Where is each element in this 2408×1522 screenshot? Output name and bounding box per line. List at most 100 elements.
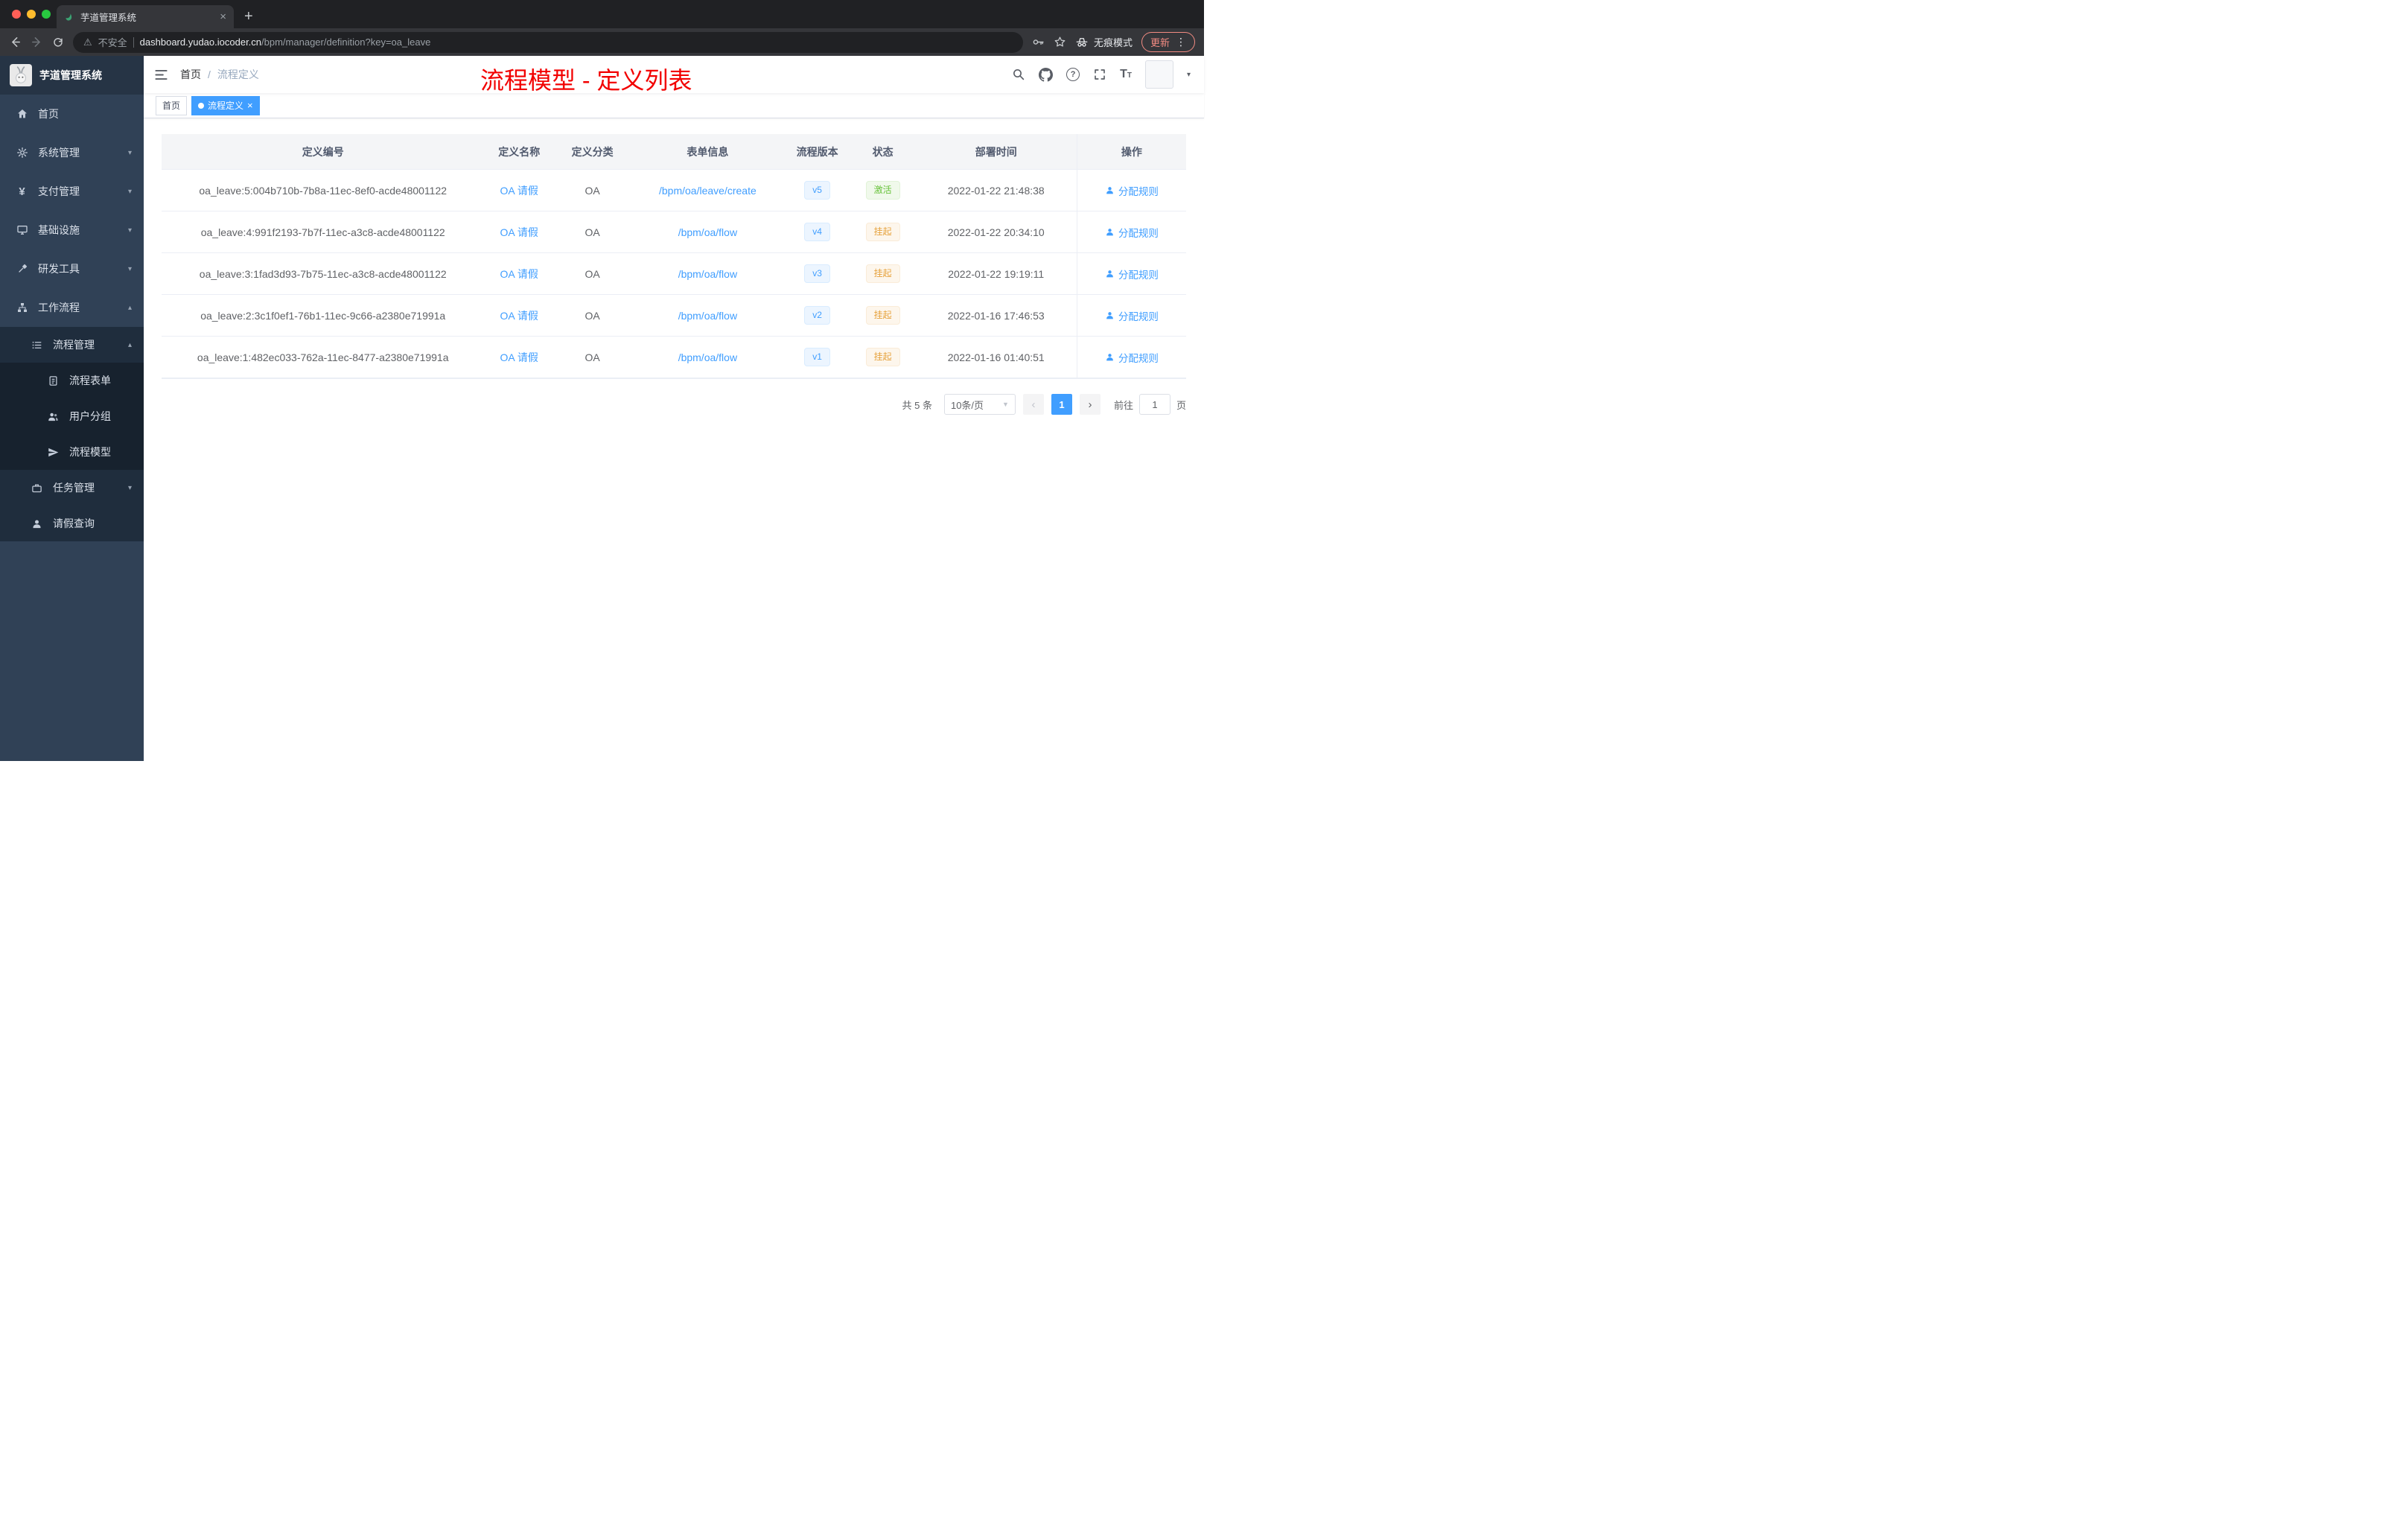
fullscreen-icon[interactable] — [1093, 68, 1106, 81]
search-icon[interactable] — [1012, 68, 1025, 81]
definition-id: oa_leave:2:3c1f0ef1-76b1-11ec-9c66-a2380… — [200, 309, 446, 322]
help-icon[interactable]: ? — [1066, 68, 1080, 81]
goto-page-input[interactable] — [1138, 394, 1170, 415]
brand: 芋道管理系统 — [0, 56, 144, 95]
definition-id: oa_leave:1:482ec033-762a-11ec-8477-a2380… — [197, 351, 449, 363]
zoom-window-button[interactable] — [42, 10, 51, 19]
assign-rule-link[interactable]: 分配规则 — [1105, 350, 1159, 365]
table-row: oa_leave:4:991f2193-7b7f-11ec-a3c8-acde4… — [162, 211, 1186, 253]
breadcrumb-current: 流程定义 — [217, 69, 259, 80]
sidebar-item-process-model[interactable]: 流程模型 — [0, 434, 144, 470]
tools-icon — [15, 263, 29, 275]
update-label: 更新 — [1150, 37, 1170, 48]
tag-close-icon[interactable]: × — [247, 101, 253, 110]
header-actions: ? TT ▾ — [1012, 60, 1191, 89]
sidebar-item-task-mgmt[interactable]: 任务管理 ▾ — [0, 470, 144, 506]
sidebar-item-system[interactable]: 系统管理 ▾ — [0, 133, 144, 172]
chevron-down-icon: ▾ — [127, 187, 132, 196]
page-header: 首页 / 流程定义 流程模型 - 定义列表 ? TT ▾ — [144, 56, 1204, 94]
sidebar: 芋道管理系统 首页 系统管理 ▾ ¥ 支付管理 ▾ 基础设施 ▾ 研发工具 ▾ … — [0, 56, 144, 761]
form-link[interactable]: /bpm/oa/flow — [678, 268, 737, 280]
yen-icon: ¥ — [19, 185, 25, 198]
browser-tab[interactable]: 芋道管理系统 × — [57, 5, 234, 28]
workflow-submenu: 流程管理 ▴ 流程表单 用户分组 流程模型 任务管理 ▾ 请假查询 — [0, 327, 144, 541]
incognito-label: 无痕模式 — [1093, 37, 1133, 48]
reload-icon[interactable] — [52, 36, 64, 48]
definition-category: OA — [585, 226, 600, 238]
sidebar-item-leave-query[interactable]: 请假查询 — [0, 506, 144, 541]
prev-page-button[interactable]: ‹ — [1022, 394, 1044, 415]
form-link[interactable]: /bpm/oa/flow — [678, 226, 737, 238]
sidebar-item-workflow[interactable]: 工作流程 ▴ — [0, 288, 144, 327]
tab-close-icon[interactable]: × — [220, 11, 226, 22]
person-icon — [30, 518, 44, 529]
sidebar-item-process-mgmt[interactable]: 流程管理 ▴ — [0, 327, 144, 363]
definition-name-link[interactable]: OA 请假 — [500, 350, 538, 365]
sidebar-item-infra[interactable]: 基础设施 ▾ — [0, 211, 144, 249]
definition-name-link[interactable]: OA 请假 — [500, 308, 538, 323]
chevron-down-icon: ▼ — [1002, 401, 1009, 408]
definition-category: OA — [585, 184, 600, 197]
tag-process-definition[interactable]: 流程定义 × — [191, 95, 260, 115]
bookmark-star-icon[interactable] — [1054, 36, 1066, 48]
back-icon[interactable] — [9, 36, 22, 48]
minimize-window-button[interactable] — [27, 10, 36, 19]
page-size-select[interactable]: 10条/页 ▼ — [943, 394, 1016, 415]
form-link[interactable]: /bpm/oa/flow — [678, 351, 737, 363]
definition-name-link[interactable]: OA 请假 — [500, 225, 538, 240]
column-header: 流程版本 — [796, 145, 838, 158]
goto-label: 前往 — [1113, 399, 1133, 411]
chevron-down-icon: ▾ — [127, 483, 132, 492]
avatar-dropdown-icon[interactable]: ▾ — [1187, 71, 1191, 79]
definition-name-link[interactable]: OA 请假 — [500, 183, 538, 198]
status-badge: 挂起 — [865, 348, 900, 366]
annotation-title: 流程模型 - 定义列表 — [480, 67, 692, 94]
close-window-button[interactable] — [12, 10, 21, 19]
next-page-button[interactable]: › — [1079, 394, 1101, 415]
form-icon — [46, 375, 60, 386]
assign-rule-link[interactable]: 分配规则 — [1105, 308, 1159, 323]
version-badge: v2 — [804, 306, 830, 325]
assign-rule-link[interactable]: 分配规则 — [1105, 267, 1159, 281]
window-controls — [12, 10, 51, 19]
browser-update-button[interactable]: 更新 ⋮ — [1141, 32, 1195, 52]
form-link[interactable]: /bpm/oa/leave/create — [659, 185, 757, 197]
assign-rule-link[interactable]: 分配规则 — [1105, 225, 1159, 240]
divider — [133, 36, 134, 48]
assign-rule-link[interactable]: 分配规则 — [1105, 183, 1159, 198]
sidebar-item-home[interactable]: 首页 — [0, 95, 144, 133]
sidebar-item-devtools[interactable]: 研发工具 ▾ — [0, 249, 144, 288]
status-badge: 激活 — [865, 181, 900, 200]
column-header: 状态 — [872, 145, 894, 158]
total-count: 共 5 条 — [902, 399, 932, 411]
breadcrumb-home[interactable]: 首页 — [180, 67, 201, 82]
form-link[interactable]: /bpm/oa/flow — [678, 310, 737, 322]
address-bar[interactable]: ⚠ 不安全 dashboard.yudao.iocoder.cn/bpm/man… — [73, 31, 1023, 53]
password-key-icon[interactable] — [1032, 36, 1045, 48]
person-icon — [1106, 187, 1113, 194]
briefcase-icon — [30, 483, 44, 494]
forward-icon[interactable] — [31, 36, 43, 48]
font-size-icon[interactable]: TT — [1120, 69, 1132, 80]
github-icon[interactable] — [1039, 67, 1054, 82]
sidebar-item-payment[interactable]: ¥ 支付管理 ▾ — [0, 172, 144, 211]
hamburger-icon[interactable] — [154, 68, 168, 82]
menu-dots-icon[interactable]: ⋮ — [1176, 36, 1186, 48]
avatar[interactable] — [1144, 60, 1173, 89]
brand-title: 芋道管理系统 — [39, 69, 102, 81]
incognito-badge[interactable]: 无痕模式 — [1075, 35, 1133, 49]
version-badge: v3 — [804, 264, 830, 283]
new-tab-button[interactable]: + — [244, 9, 253, 24]
tab-favicon-icon — [64, 12, 74, 22]
sidebar-item-process-form[interactable]: 流程表单 — [0, 363, 144, 398]
chevron-up-icon: ▴ — [127, 303, 132, 312]
page-number-button[interactable]: 1 — [1051, 394, 1072, 415]
person-icon — [1106, 270, 1113, 278]
definition-category: OA — [585, 309, 600, 322]
workflow-icon — [15, 302, 29, 313]
deploy-time: 2022-01-22 19:19:11 — [948, 267, 1045, 280]
definition-name-link[interactable]: OA 请假 — [500, 267, 538, 281]
tag-home[interactable]: 首页 — [156, 95, 188, 115]
column-header: 定义分类 — [571, 145, 614, 158]
sidebar-item-user-group[interactable]: 用户分组 — [0, 398, 144, 434]
